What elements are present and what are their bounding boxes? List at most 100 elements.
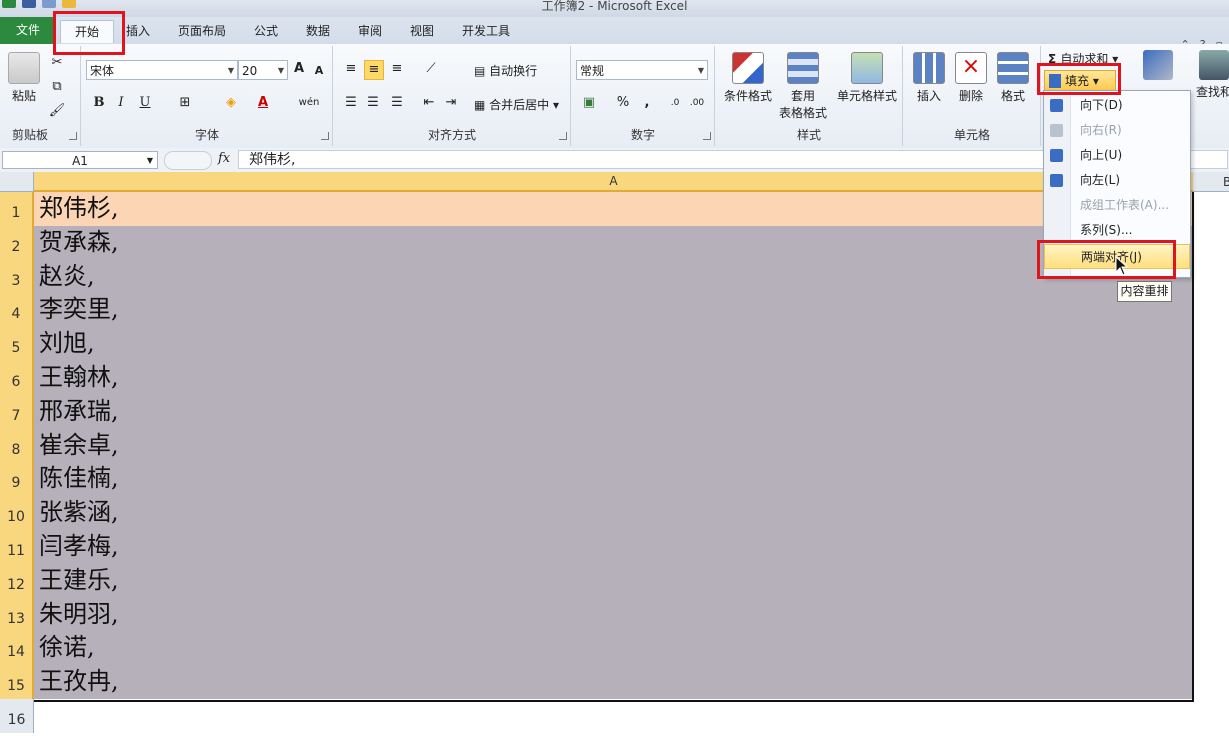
row-header[interactable]: 11	[0, 530, 34, 564]
cell[interactable]: 徐诺,	[34, 631, 1193, 666]
fill-color-icon[interactable]: ◈	[222, 94, 240, 112]
tab-data[interactable]: 数据	[298, 20, 338, 42]
tab-insert[interactable]: 插入	[118, 20, 158, 42]
row-header[interactable]: 15	[0, 665, 34, 699]
wrap-text-button[interactable]: ▤ 自动换行	[474, 62, 537, 79]
row-header[interactable]: 2	[0, 225, 34, 260]
decrease-decimal-icon[interactable]: .00	[688, 94, 706, 112]
align-center-icon[interactable]: ☰	[364, 94, 382, 112]
row-header[interactable]: 5	[0, 327, 34, 361]
binoculars-icon	[1199, 50, 1229, 80]
copy-icon[interactable]: ⧉	[48, 78, 66, 96]
row-header[interactable]: 14	[0, 631, 34, 666]
tab-file[interactable]: 文件	[0, 17, 56, 44]
align-bottom-icon[interactable]: ≡	[388, 60, 406, 78]
menu-item-series[interactable]: 系列(S)...	[1044, 218, 1190, 243]
tab-formulas[interactable]: 公式	[246, 20, 286, 42]
font-name-select[interactable]: 宋体 ▼	[86, 60, 238, 80]
select-all-corner[interactable]	[0, 172, 34, 192]
paste-button[interactable]: 粘贴	[6, 52, 42, 104]
row-header[interactable]: 3	[0, 259, 34, 294]
insert-cells-button[interactable]: 插入	[910, 52, 948, 104]
format-as-table-button[interactable]: 套用 表格格式	[778, 52, 828, 121]
font-size-select[interactable]: 20 ▼	[238, 60, 288, 80]
formula-bar-expander[interactable]	[164, 151, 212, 170]
font-color-icon[interactable]: A	[254, 94, 272, 112]
border-icon[interactable]: ⊞	[176, 94, 194, 112]
italic-button[interactable]: I	[112, 94, 130, 112]
fill-button[interactable]: 填充 ▾	[1044, 70, 1116, 92]
cell[interactable]: 贺承森,	[34, 225, 1193, 260]
row-header[interactable]: 13	[0, 597, 34, 632]
row-header[interactable]: 4	[0, 293, 34, 328]
cell[interactable]: 闫孝梅,	[34, 530, 1193, 564]
increase-decimal-icon[interactable]: .0	[666, 94, 684, 112]
format-painter-icon[interactable]: 🖌	[48, 102, 66, 120]
comma-button[interactable]: ,	[638, 94, 656, 112]
sort-filter-button[interactable]	[1138, 50, 1178, 83]
font-launcher-icon[interactable]	[321, 132, 329, 140]
row-header[interactable]: 12	[0, 563, 34, 598]
shrink-font-button[interactable]: A	[310, 62, 328, 80]
row-header[interactable]: 6	[0, 361, 34, 395]
group-label-cells: 单元格	[953, 128, 990, 142]
cell[interactable]: 郑伟杉,	[34, 192, 1193, 226]
tab-page-layout[interactable]: 页面布局	[172, 20, 232, 42]
decrease-indent-icon[interactable]: ⇤	[420, 94, 438, 112]
menu-item-fill-left[interactable]: 向左(L)	[1044, 168, 1190, 193]
delete-cells-button[interactable]: × 删除	[952, 52, 990, 104]
clipboard-launcher-icon[interactable]	[69, 132, 77, 140]
cell-styles-button[interactable]: 单元格样式	[834, 52, 900, 104]
percent-button[interactable]: %	[614, 94, 632, 112]
format-cells-button[interactable]: 格式	[994, 52, 1032, 104]
orientation-icon[interactable]: ⟋	[422, 60, 440, 78]
align-right-icon[interactable]: ☰	[388, 94, 406, 112]
align-middle-icon[interactable]: ≡	[364, 60, 384, 80]
ribbon-tabs: 文件 开始 插入 页面布局 公式 数据 审阅 视图 开发工具 ⌃ ? ▫	[0, 17, 1229, 51]
column-header-b[interactable]: B	[1193, 172, 1229, 192]
cell[interactable]: 刘旭,	[34, 327, 1193, 361]
cell[interactable]: 李奕里,	[34, 293, 1193, 328]
cell[interactable]: 陈佳楠,	[34, 462, 1193, 497]
autosum-button[interactable]: Σ 自动求和 ▾	[1048, 50, 1118, 67]
align-left-icon[interactable]: ☰	[342, 94, 360, 112]
conditional-format-button[interactable]: 条件格式	[720, 52, 776, 104]
insert-function-button[interactable]: fx	[218, 151, 230, 166]
cell[interactable]: 赵炎,	[34, 259, 1193, 294]
merge-center-button[interactable]: ▦ 合并后居中 ▾	[474, 96, 559, 113]
name-box[interactable]: A1 ▼	[2, 151, 158, 169]
tab-view[interactable]: 视图	[402, 20, 442, 42]
cell[interactable]: 崔余卓,	[34, 428, 1193, 463]
cell[interactable]: 王建乐,	[34, 563, 1193, 598]
phonetic-button[interactable]: wén	[296, 94, 322, 112]
tab-developer[interactable]: 开发工具	[456, 20, 516, 42]
align-top-icon[interactable]: ≡	[342, 60, 360, 78]
increase-indent-icon[interactable]: ⇥	[442, 94, 460, 112]
underline-button[interactable]: U	[136, 94, 154, 112]
cell[interactable]: 张紫涵,	[34, 496, 1193, 530]
cell[interactable]: 王孜冉,	[34, 665, 1193, 699]
find-select-button[interactable]: 查找和	[1194, 50, 1229, 100]
bold-button[interactable]: B	[90, 94, 108, 112]
cut-icon[interactable]: ✂	[48, 54, 66, 72]
tab-home[interactable]: 开始	[60, 20, 114, 43]
row-header[interactable]: 7	[0, 394, 34, 429]
mouse-cursor-icon	[1115, 256, 1129, 276]
menu-item-fill-up[interactable]: 向上(U)	[1044, 143, 1190, 168]
row-header[interactable]: 1	[0, 192, 34, 226]
tab-review[interactable]: 审阅	[350, 20, 390, 42]
number-launcher-icon[interactable]	[703, 132, 711, 140]
alignment-launcher-icon[interactable]	[559, 132, 567, 140]
column-header-a[interactable]: A	[34, 172, 1193, 192]
accounting-icon[interactable]: ▣	[580, 94, 598, 112]
row-header[interactable]: 10	[0, 496, 34, 530]
number-format-select[interactable]: 常规 ▼	[576, 60, 708, 80]
grow-font-button[interactable]: A	[290, 60, 308, 78]
cell[interactable]: 邢承瑞,	[34, 394, 1193, 429]
cell[interactable]: 朱明羽,	[34, 597, 1193, 632]
row-header[interactable]: 8	[0, 428, 34, 463]
cell[interactable]: 王翰林,	[34, 361, 1193, 395]
row-header[interactable]: 16	[0, 699, 34, 733]
menu-item-fill-down[interactable]: 向下(D)	[1044, 93, 1190, 118]
row-header[interactable]: 9	[0, 462, 34, 497]
